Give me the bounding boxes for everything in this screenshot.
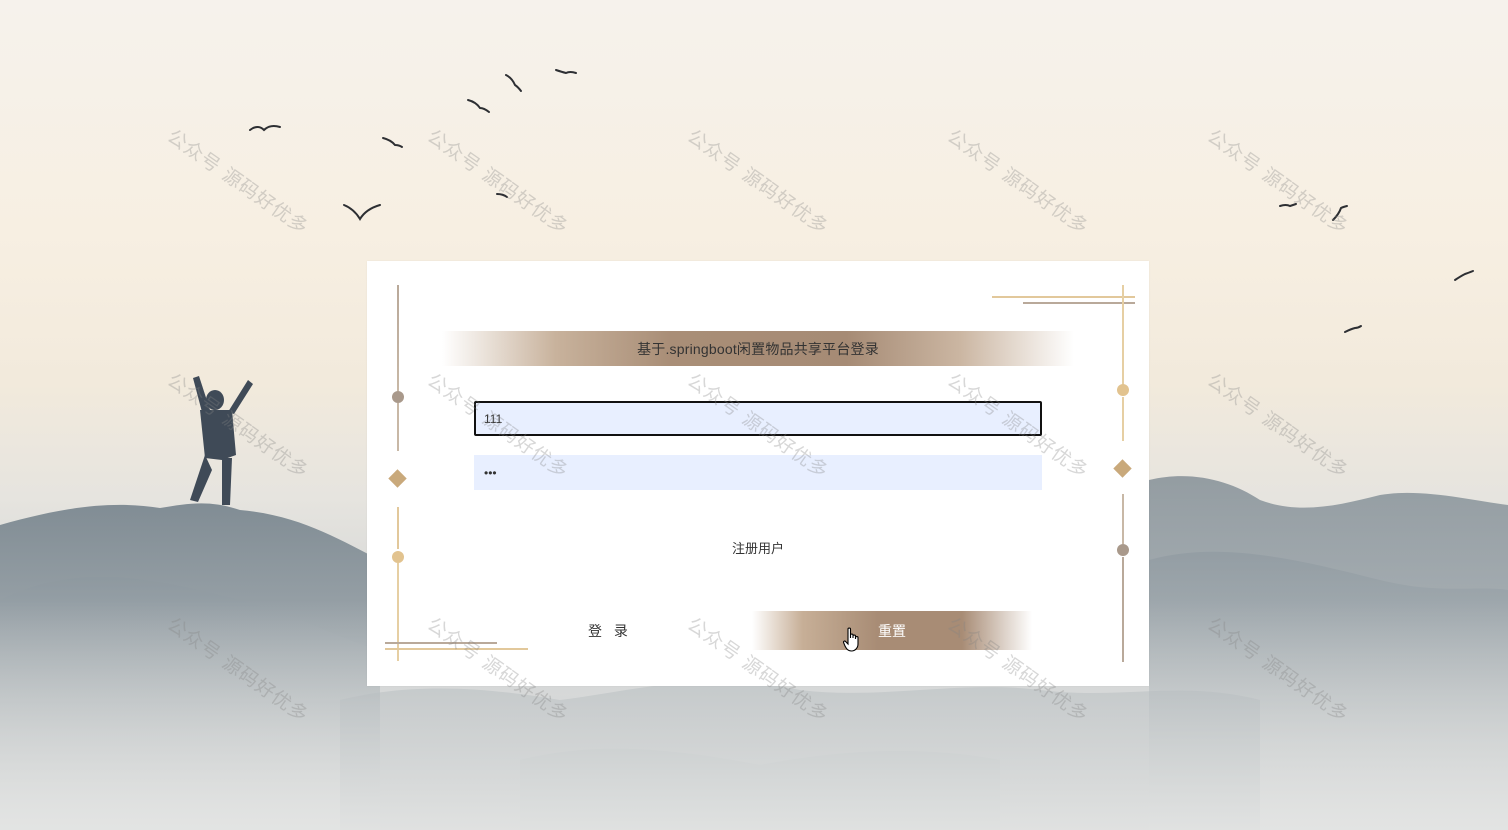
page-title: 基于.springboot闲置物品共享平台登录 — [637, 340, 879, 357]
left-decor-dot-top — [392, 391, 404, 403]
right-decor-line-low — [1122, 494, 1124, 544]
left-decor-line-mid — [397, 403, 399, 451]
reset-button[interactable]: 重置 — [752, 611, 1032, 650]
hiker-silhouette — [190, 376, 253, 505]
right-decor-line-top — [1122, 285, 1124, 385]
bottom-left-decor-line-1 — [385, 642, 497, 644]
right-decor-diamond — [1113, 459, 1132, 478]
right-decor-dot-top — [1117, 384, 1129, 396]
password-input[interactable] — [474, 455, 1042, 490]
login-card: 基于.springboot闲置物品共享平台登录 注册用户 登 录 重置 — [367, 261, 1149, 686]
left-decor-line-top — [397, 285, 399, 391]
login-button[interactable]: 登 录 — [525, 611, 695, 650]
register-link[interactable]: 注册用户 — [367, 538, 1149, 557]
title-banner: 基于.springboot闲置物品共享平台登录 — [442, 331, 1074, 366]
top-right-decor-line-1 — [992, 296, 1135, 298]
left-decor-diamond — [388, 469, 407, 488]
left-decor-line-bottom — [397, 563, 399, 661]
bottom-left-decor-line-2 — [385, 648, 528, 650]
top-right-decor-line-2 — [1023, 302, 1135, 304]
username-input[interactable] — [474, 401, 1042, 436]
right-decor-line-mid — [1122, 397, 1124, 441]
hand-cursor-icon — [843, 627, 859, 652]
right-decor-line-bottom — [1122, 557, 1124, 662]
